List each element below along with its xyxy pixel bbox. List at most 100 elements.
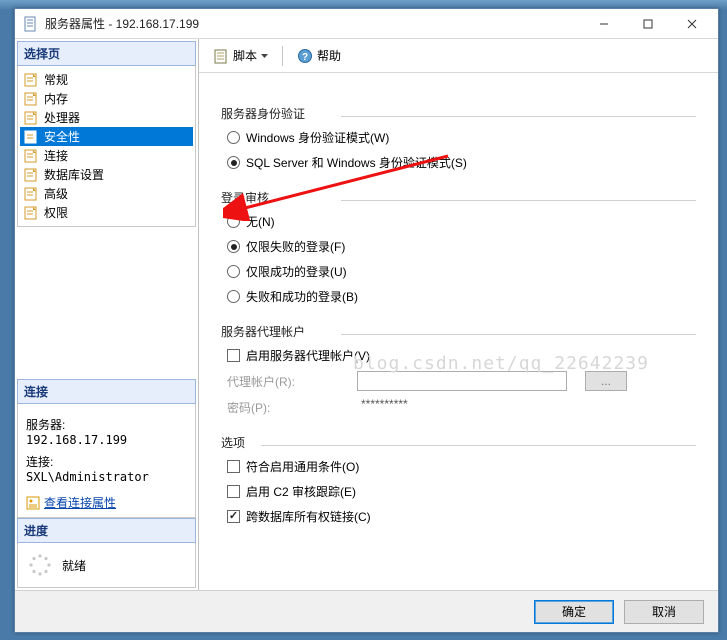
proxy-browse-button[interactable]: ... <box>585 371 627 391</box>
page-item-0[interactable]: 常规 <box>20 70 193 89</box>
checkbox-icon <box>227 349 240 362</box>
checkbox-icon <box>227 510 240 523</box>
minimize-button[interactable] <box>582 9 626 38</box>
cancel-button[interactable]: 取消 <box>624 600 704 624</box>
page-item-label: 处理器 <box>44 109 80 126</box>
page-item-label: 安全性 <box>44 128 80 145</box>
script-icon <box>213 48 229 64</box>
page-item-label: 内存 <box>44 90 68 107</box>
page-list: 常规内存处理器安全性连接数据库设置高级权限 <box>17 66 196 227</box>
script-label: 脚本 <box>233 47 257 64</box>
server-label: 服务器: <box>26 416 187 433</box>
close-button[interactable] <box>670 9 714 38</box>
progress-text: 就绪 <box>62 557 86 574</box>
page-item-label: 数据库设置 <box>44 166 104 183</box>
ok-button[interactable]: 确定 <box>534 600 614 624</box>
opt-crossdb-label: 跨数据库所有权链接(C) <box>246 508 371 525</box>
page-icon <box>24 111 40 125</box>
page-icon <box>24 187 40 201</box>
help-label: 帮助 <box>317 47 341 64</box>
page-icon <box>24 92 40 106</box>
audit-both-label: 失败和成功的登录(B) <box>246 288 358 305</box>
page-icon <box>24 73 40 87</box>
connection-panel: 服务器: 192.168.17.199 连接: SXL\Administrato… <box>17 404 196 518</box>
auth-mixed-label: SQL Server 和 Windows 身份验证模式(S) <box>246 154 467 171</box>
page-item-6[interactable]: 高级 <box>20 184 193 203</box>
proxy-enable-checkbox[interactable]: 启用服务器代理帐户(V) <box>221 343 696 368</box>
audit-both-radio[interactable]: 失败和成功的登录(B) <box>221 284 696 309</box>
audit-none-radio[interactable]: 无(N) <box>221 209 696 234</box>
connection-header: 连接 <box>17 379 196 404</box>
audit-failed-radio[interactable]: 仅限失败的登录(F) <box>221 234 696 259</box>
server-properties-dialog: 服务器属性 - 192.168.17.199 选择页 常规内存处理器安全性连接数… <box>14 8 719 633</box>
checkbox-icon <box>227 460 240 473</box>
proxy-password-label: 密码(P): <box>227 399 347 416</box>
view-connection-props-link[interactable]: 查看连接属性 <box>44 494 116 511</box>
toolbar: 脚本 ? 帮助 <box>199 39 718 73</box>
progress-panel: 就绪 <box>17 543 196 588</box>
radio-icon <box>227 240 240 253</box>
proxy-enable-label: 启用服务器代理帐户(V) <box>246 347 370 364</box>
radio-icon <box>227 156 240 169</box>
page-item-7[interactable]: 权限 <box>20 203 193 222</box>
conn-value: SXL\Administrator <box>26 470 187 484</box>
server-value: 192.168.17.199 <box>26 433 187 447</box>
script-button[interactable]: 脚本 <box>207 44 274 67</box>
audit-success-radio[interactable]: 仅限成功的登录(U) <box>221 259 696 284</box>
opt-common-label: 符合启用通用条件(O) <box>246 458 359 475</box>
auth-windows-label: Windows 身份验证模式(W) <box>246 129 389 146</box>
audit-failed-label: 仅限失败的登录(F) <box>246 238 345 255</box>
audit-none-label: 无(N) <box>246 213 275 230</box>
radio-icon <box>227 290 240 303</box>
ready-icon <box>28 553 52 577</box>
help-icon: ? <box>297 48 313 64</box>
opt-c2-checkbox[interactable]: 启用 C2 审核跟踪(E) <box>221 479 696 504</box>
conn-label: 连接: <box>26 453 187 470</box>
proxy-password-input[interactable]: ********** <box>357 397 567 417</box>
auth-group-header: 服务器身份验证 <box>221 105 696 122</box>
content-area: blog.csdn.net/qq_22642239 服务器身份验证 Window… <box>199 73 718 590</box>
opt-common-checkbox[interactable]: 符合启用通用条件(O) <box>221 454 696 479</box>
page-item-5[interactable]: 数据库设置 <box>20 165 193 184</box>
proxy-group-header: 服务器代理帐户 <box>221 323 696 340</box>
proxy-account-input[interactable] <box>357 371 567 391</box>
page-item-2[interactable]: 处理器 <box>20 108 193 127</box>
radio-icon <box>227 265 240 278</box>
proxy-account-label: 代理帐户(R): <box>227 373 347 390</box>
page-icon <box>24 130 40 144</box>
help-button[interactable]: ? 帮助 <box>291 44 347 67</box>
page-icon <box>24 168 40 182</box>
page-item-label: 常规 <box>44 71 68 88</box>
auth-windows-radio[interactable]: Windows 身份验证模式(W) <box>221 125 696 150</box>
chevron-down-icon <box>261 54 268 58</box>
toolbar-separator <box>282 46 283 66</box>
page-item-label: 高级 <box>44 185 68 202</box>
left-panel: 选择页 常规内存处理器安全性连接数据库设置高级权限 连接 服务器: 192.16… <box>15 39 199 590</box>
window-title: 服务器属性 - 192.168.17.199 <box>45 15 582 32</box>
page-item-3[interactable]: 安全性 <box>20 127 193 146</box>
opt-crossdb-checkbox[interactable]: 跨数据库所有权链接(C) <box>221 504 696 529</box>
audit-group-header: 登录审核 <box>221 189 696 206</box>
radio-icon <box>227 215 240 228</box>
app-icon <box>23 16 39 32</box>
page-icon <box>24 149 40 163</box>
page-item-label: 连接 <box>44 147 68 164</box>
radio-icon <box>227 131 240 144</box>
page-item-4[interactable]: 连接 <box>20 146 193 165</box>
page-item-label: 权限 <box>44 204 68 221</box>
properties-icon <box>26 496 40 510</box>
maximize-button[interactable] <box>626 9 670 38</box>
audit-success-label: 仅限成功的登录(U) <box>246 263 347 280</box>
dialog-footer: 确定 取消 <box>15 590 718 632</box>
svg-text:?: ? <box>302 52 308 63</box>
titlebar[interactable]: 服务器属性 - 192.168.17.199 <box>15 9 718 39</box>
page-item-1[interactable]: 内存 <box>20 89 193 108</box>
select-page-header: 选择页 <box>17 41 196 66</box>
page-icon <box>24 206 40 220</box>
right-panel: 脚本 ? 帮助 blog.csdn.net/qq_22642239 服务器身份验… <box>199 39 718 590</box>
opt-c2-label: 启用 C2 审核跟踪(E) <box>246 483 356 500</box>
checkbox-icon <box>227 485 240 498</box>
options-group-header: 选项 <box>221 434 696 451</box>
progress-header: 进度 <box>17 518 196 543</box>
auth-mixed-radio[interactable]: SQL Server 和 Windows 身份验证模式(S) <box>221 150 696 175</box>
